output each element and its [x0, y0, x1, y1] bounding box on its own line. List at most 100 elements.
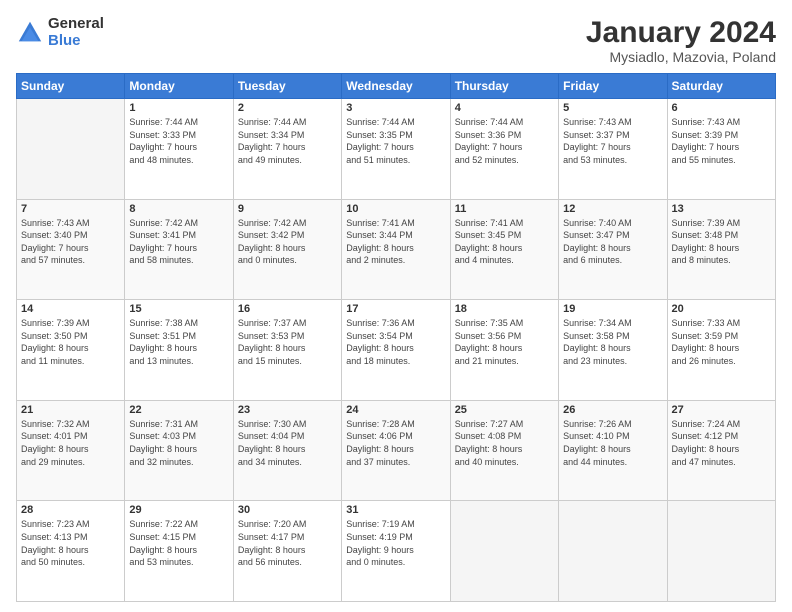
day-info: Sunrise: 7:42 AM Sunset: 3:41 PM Dayligh… [129, 217, 228, 267]
day-number: 24 [346, 404, 445, 416]
logo-general: General [48, 16, 104, 33]
day-info: Sunrise: 7:23 AM Sunset: 4:13 PM Dayligh… [21, 518, 120, 568]
day-number: 11 [455, 203, 554, 215]
day-cell: 9 Sunrise: 7:42 AM Sunset: 3:42 PM Daylig… [233, 199, 341, 300]
calendar-title: January 2024 [586, 16, 776, 49]
day-cell: 27 Sunrise: 7:24 AM Sunset: 4:12 PM Dayli… [667, 400, 775, 501]
header-monday: Monday [125, 74, 233, 99]
header-tuesday: Tuesday [233, 74, 341, 99]
day-info: Sunrise: 7:39 AM Sunset: 3:48 PM Dayligh… [672, 217, 771, 267]
day-info: Sunrise: 7:30 AM Sunset: 4:04 PM Dayligh… [238, 418, 337, 468]
day-cell: 11 Sunrise: 7:41 AM Sunset: 3:45 PM Dayli… [450, 199, 558, 300]
day-number: 8 [129, 203, 228, 215]
day-number: 23 [238, 404, 337, 416]
day-info: Sunrise: 7:41 AM Sunset: 3:45 PM Dayligh… [455, 217, 554, 267]
day-number: 4 [455, 102, 554, 114]
day-info: Sunrise: 7:41 AM Sunset: 3:44 PM Dayligh… [346, 217, 445, 267]
day-cell: 20Sunrise: 7:33 AM Sunset: 3:59 PM Dayli… [667, 300, 775, 401]
day-info: Sunrise: 7:44 AM Sunset: 3:36 PM Dayligh… [455, 116, 554, 166]
calendar-subtitle: Mysiadlo, Mazovia, Poland [586, 49, 776, 65]
day-cell: 1 Sunrise: 7:44 AM Sunset: 3:33 PM Daylig… [125, 99, 233, 200]
logo-blue: Blue [48, 33, 104, 50]
day-info: Sunrise: 7:43 AM Sunset: 3:40 PM Dayligh… [21, 217, 120, 267]
logo-text: General Blue [48, 16, 104, 49]
day-number: 21 [21, 404, 120, 416]
day-cell [450, 501, 558, 602]
day-number: 30 [238, 504, 337, 516]
day-cell: 13 Sunrise: 7:39 AM Sunset: 3:48 PM Dayli… [667, 199, 775, 300]
day-info: Sunrise: 7:35 AM Sunset: 3:56 PM Dayligh… [455, 317, 554, 367]
header-friday: Friday [559, 74, 667, 99]
day-number: 12 [563, 203, 662, 215]
header-saturday: Saturday [667, 74, 775, 99]
day-number: 17 [346, 303, 445, 315]
week-row-3: 21 Sunrise: 7:32 AM Sunset: 4:01 PM Dayli… [17, 400, 776, 501]
day-number: 14 [21, 303, 120, 315]
day-cell [17, 99, 125, 200]
day-cell: 3 Sunrise: 7:44 AM Sunset: 3:35 PM Daylig… [342, 99, 450, 200]
day-cell: 10 Sunrise: 7:41 AM Sunset: 3:44 PM Dayli… [342, 199, 450, 300]
day-cell: 26Sunrise: 7:26 AM Sunset: 4:10 PM Dayli… [559, 400, 667, 501]
day-info: Sunrise: 7:44 AM Sunset: 3:35 PM Dayligh… [346, 116, 445, 166]
day-cell: 19 Sunrise: 7:34 AM Sunset: 3:58 PM Dayli… [559, 300, 667, 401]
day-cell: 12 Sunrise: 7:40 AM Sunset: 3:47 PM Dayli… [559, 199, 667, 300]
day-info: Sunrise: 7:38 AM Sunset: 3:51 PM Dayligh… [129, 317, 228, 367]
day-cell: 5Sunrise: 7:43 AM Sunset: 3:37 PM Daylig… [559, 99, 667, 200]
day-cell: 17 Sunrise: 7:36 AM Sunset: 3:54 PM Dayli… [342, 300, 450, 401]
day-number: 9 [238, 203, 337, 215]
day-cell: 29 Sunrise: 7:22 AM Sunset: 4:15 PM Dayli… [125, 501, 233, 602]
day-number: 7 [21, 203, 120, 215]
day-info: Sunrise: 7:36 AM Sunset: 3:54 PM Dayligh… [346, 317, 445, 367]
day-number: 18 [455, 303, 554, 315]
day-number: 19 [563, 303, 662, 315]
day-info: Sunrise: 7:44 AM Sunset: 3:33 PM Dayligh… [129, 116, 228, 166]
week-row-2: 14Sunrise: 7:39 AM Sunset: 3:50 PM Dayli… [17, 300, 776, 401]
day-info: Sunrise: 7:31 AM Sunset: 4:03 PM Dayligh… [129, 418, 228, 468]
day-info: Sunrise: 7:27 AM Sunset: 4:08 PM Dayligh… [455, 418, 554, 468]
day-cell: 7 Sunrise: 7:43 AM Sunset: 3:40 PM Daylig… [17, 199, 125, 300]
day-cell: 25 Sunrise: 7:27 AM Sunset: 4:08 PM Dayli… [450, 400, 558, 501]
header-sunday: Sunday [17, 74, 125, 99]
header-thursday: Thursday [450, 74, 558, 99]
day-cell [559, 501, 667, 602]
day-cell: 16 Sunrise: 7:37 AM Sunset: 3:53 PM Dayli… [233, 300, 341, 401]
title-block: January 2024 Mysiadlo, Mazovia, Poland [586, 16, 776, 65]
day-number: 26 [563, 404, 662, 416]
logo-icon [16, 19, 44, 47]
day-info: Sunrise: 7:33 AM Sunset: 3:59 PM Dayligh… [672, 317, 771, 367]
day-cell: 4 Sunrise: 7:44 AM Sunset: 3:36 PM Daylig… [450, 99, 558, 200]
day-cell: 30Sunrise: 7:20 AM Sunset: 4:17 PM Dayli… [233, 501, 341, 602]
day-info: Sunrise: 7:42 AM Sunset: 3:42 PM Dayligh… [238, 217, 337, 267]
day-info: Sunrise: 7:28 AM Sunset: 4:06 PM Dayligh… [346, 418, 445, 468]
day-info: Sunrise: 7:32 AM Sunset: 4:01 PM Dayligh… [21, 418, 120, 468]
day-cell: 2Sunrise: 7:44 AM Sunset: 3:34 PM Daylig… [233, 99, 341, 200]
day-number: 13 [672, 203, 771, 215]
day-number: 1 [129, 102, 228, 114]
logo: General Blue [16, 16, 104, 49]
week-row-4: 28 Sunrise: 7:23 AM Sunset: 4:13 PM Dayli… [17, 501, 776, 602]
day-number: 3 [346, 102, 445, 114]
day-info: Sunrise: 7:40 AM Sunset: 3:47 PM Dayligh… [563, 217, 662, 267]
day-cell: 31Sunrise: 7:19 AM Sunset: 4:19 PM Dayli… [342, 501, 450, 602]
day-number: 10 [346, 203, 445, 215]
day-number: 27 [672, 404, 771, 416]
day-number: 31 [346, 504, 445, 516]
day-cell: 18 Sunrise: 7:35 AM Sunset: 3:56 PM Dayli… [450, 300, 558, 401]
day-info: Sunrise: 7:34 AM Sunset: 3:58 PM Dayligh… [563, 317, 662, 367]
day-cell: 14Sunrise: 7:39 AM Sunset: 3:50 PM Dayli… [17, 300, 125, 401]
day-number: 25 [455, 404, 554, 416]
day-info: Sunrise: 7:43 AM Sunset: 3:37 PM Dayligh… [563, 116, 662, 166]
week-row-0: 1 Sunrise: 7:44 AM Sunset: 3:33 PM Daylig… [17, 99, 776, 200]
day-number: 2 [238, 102, 337, 114]
day-info: Sunrise: 7:24 AM Sunset: 4:12 PM Dayligh… [672, 418, 771, 468]
day-number: 16 [238, 303, 337, 315]
day-info: Sunrise: 7:22 AM Sunset: 4:15 PM Dayligh… [129, 518, 228, 568]
page: General Blue January 2024 Mysiadlo, Mazo… [0, 0, 792, 612]
day-number: 29 [129, 504, 228, 516]
day-number: 28 [21, 504, 120, 516]
header-wednesday: Wednesday [342, 74, 450, 99]
day-cell: 21 Sunrise: 7:32 AM Sunset: 4:01 PM Dayli… [17, 400, 125, 501]
week-row-1: 7 Sunrise: 7:43 AM Sunset: 3:40 PM Daylig… [17, 199, 776, 300]
day-info: Sunrise: 7:37 AM Sunset: 3:53 PM Dayligh… [238, 317, 337, 367]
day-number: 6 [672, 102, 771, 114]
